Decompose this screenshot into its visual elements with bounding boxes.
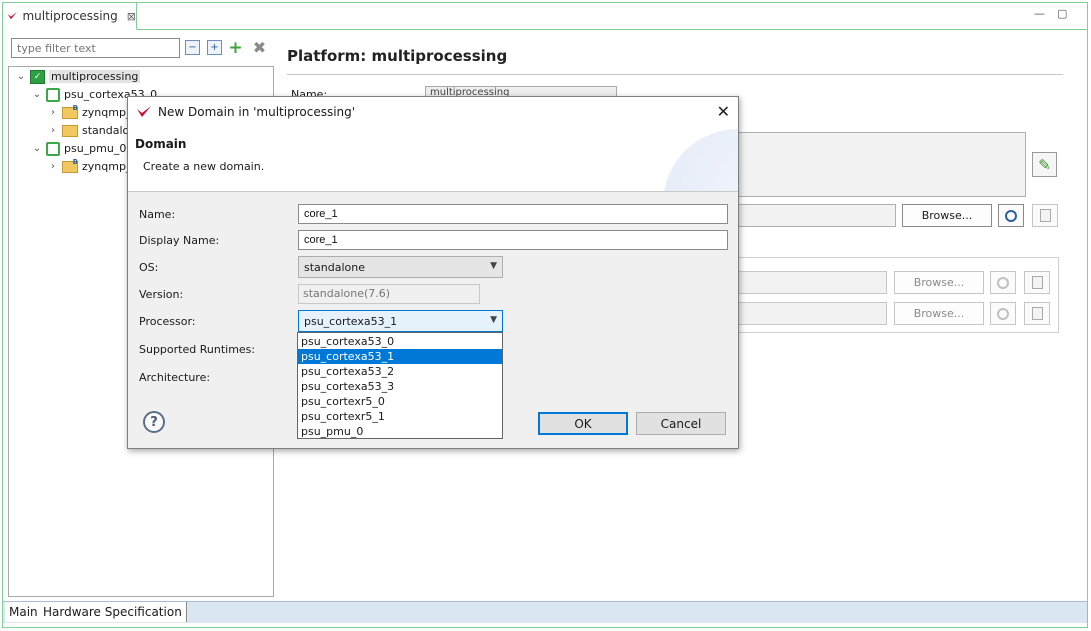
chevron-right-icon[interactable]: › xyxy=(48,107,58,118)
search-icon[interactable] xyxy=(990,302,1016,325)
chevron-down-icon: ▼ xyxy=(490,261,497,271)
tree-item-processor[interactable]: ⌄ psu_pmu_0 xyxy=(32,140,126,157)
title-divider xyxy=(287,74,1063,75)
dialog-titlebar: New Domain in 'multiprocessing' ✕ xyxy=(128,97,738,127)
chevron-down-icon: ▼ xyxy=(490,315,497,325)
platform-icon: ✓ xyxy=(30,69,45,84)
chevron-right-icon[interactable]: › xyxy=(48,125,58,136)
dropdown-option[interactable]: psu_cortexr5_0 xyxy=(298,394,502,409)
processor-select[interactable]: psu_cortexa53_1 ▼ xyxy=(298,310,503,332)
banner-subtitle: Create a new domain. xyxy=(143,160,265,173)
banner-graphic xyxy=(663,129,738,191)
boot-field-1[interactable] xyxy=(737,271,887,294)
tree-item-label: psu_pmu_0 xyxy=(64,142,127,155)
os-label: OS: xyxy=(139,261,159,274)
banner-title: Domain xyxy=(135,137,187,151)
processor-icon xyxy=(46,87,60,102)
dialog-title: New Domain in 'multiprocessing' xyxy=(158,105,356,119)
architecture-label: Architecture: xyxy=(139,371,211,384)
dropdown-option[interactable]: psu_cortexa53_2 xyxy=(298,364,502,379)
filter-input[interactable] xyxy=(11,38,180,58)
vitis-logo-icon xyxy=(7,12,17,20)
cancel-button[interactable]: Cancel xyxy=(636,412,726,435)
edit-pencil-icon[interactable]: ✎ xyxy=(1032,152,1057,177)
dialog-banner: Domain Create a new domain. xyxy=(128,127,738,192)
document-icon[interactable] xyxy=(1024,271,1050,294)
os-select[interactable]: standalone ▼ xyxy=(298,256,503,278)
version-label: Version: xyxy=(139,288,184,301)
bsp-folder-icon: B xyxy=(62,158,78,173)
close-icon[interactable]: ⊠ xyxy=(127,10,136,23)
tab-main[interactable]: Main xyxy=(5,602,43,622)
display-name-label: Display Name: xyxy=(139,234,220,247)
add-icon[interactable]: + xyxy=(228,38,243,58)
dropdown-option[interactable]: psu_pmu_0 xyxy=(298,424,502,439)
chevron-right-icon[interactable]: › xyxy=(48,161,58,172)
document-icon[interactable] xyxy=(1024,302,1050,325)
editor-tab-label: multiprocessing xyxy=(22,9,118,23)
processor-icon xyxy=(46,141,60,156)
os-select-value: standalone xyxy=(304,260,366,274)
processor-dropdown-list: psu_cortexa53_0 psu_cortexa53_1 psu_cortex… xyxy=(297,332,503,439)
folder-icon xyxy=(62,124,78,137)
browse-button[interactable]: Browse... xyxy=(894,302,984,325)
tree-item-platform[interactable]: ⌄ ✓ multiprocessing xyxy=(16,68,141,85)
editor-tab-multiprocessing[interactable]: multiprocessing ⊠ xyxy=(3,3,137,30)
browse-button[interactable]: Browse... xyxy=(902,204,992,227)
description-field[interactable] xyxy=(737,132,1026,197)
minimize-icon[interactable]: — xyxy=(1034,7,1045,20)
name-input[interactable] xyxy=(298,204,728,224)
dropdown-option[interactable]: psu_cortexr5_1 xyxy=(298,409,502,424)
hardware-spec-field[interactable] xyxy=(737,204,896,227)
chevron-down-icon[interactable]: ⌄ xyxy=(32,89,42,100)
search-icon[interactable] xyxy=(990,271,1016,294)
tree-item-label: multiprocessing xyxy=(49,70,141,83)
help-icon[interactable]: ? xyxy=(143,411,165,433)
search-icon[interactable] xyxy=(998,204,1024,227)
processor-label: Processor: xyxy=(139,315,196,328)
chevron-down-icon[interactable]: ⌄ xyxy=(16,71,26,82)
boot-field-2[interactable] xyxy=(737,302,887,325)
browse-button[interactable]: Browse... xyxy=(894,271,984,294)
collapse-all-icon[interactable]: − xyxy=(185,40,200,55)
chevron-down-icon[interactable]: ⌄ xyxy=(32,143,42,154)
name-label: Name: xyxy=(139,208,176,221)
bsp-folder-icon: B xyxy=(62,104,78,119)
version-field: standalone(7.6) xyxy=(298,284,480,304)
dropdown-option[interactable]: psu_cortexa53_0 xyxy=(298,334,502,349)
expand-all-icon[interactable]: + xyxy=(207,40,222,55)
vitis-logo-icon xyxy=(137,106,151,117)
tab-hardware-specification[interactable]: Hardware Specification xyxy=(39,602,187,622)
document-icon[interactable] xyxy=(1032,204,1058,227)
runtimes-label: Supported Runtimes: xyxy=(139,343,256,356)
maximize-icon[interactable]: ▢ xyxy=(1057,7,1067,20)
close-icon[interactable]: ✕ xyxy=(717,102,730,121)
tab-divider xyxy=(137,29,1087,30)
ok-button[interactable]: OK xyxy=(538,412,628,435)
dropdown-option[interactable]: psu_cortexa53_1 xyxy=(298,349,502,364)
dropdown-option[interactable]: psu_cortexa53_3 xyxy=(298,379,502,394)
editor-tabbar xyxy=(3,3,1087,30)
remove-icon[interactable]: ✖ xyxy=(252,38,267,57)
page-title: Platform: multiprocessing xyxy=(287,47,508,65)
display-name-input[interactable] xyxy=(298,230,728,250)
processor-select-value: psu_cortexa53_1 xyxy=(304,314,398,328)
